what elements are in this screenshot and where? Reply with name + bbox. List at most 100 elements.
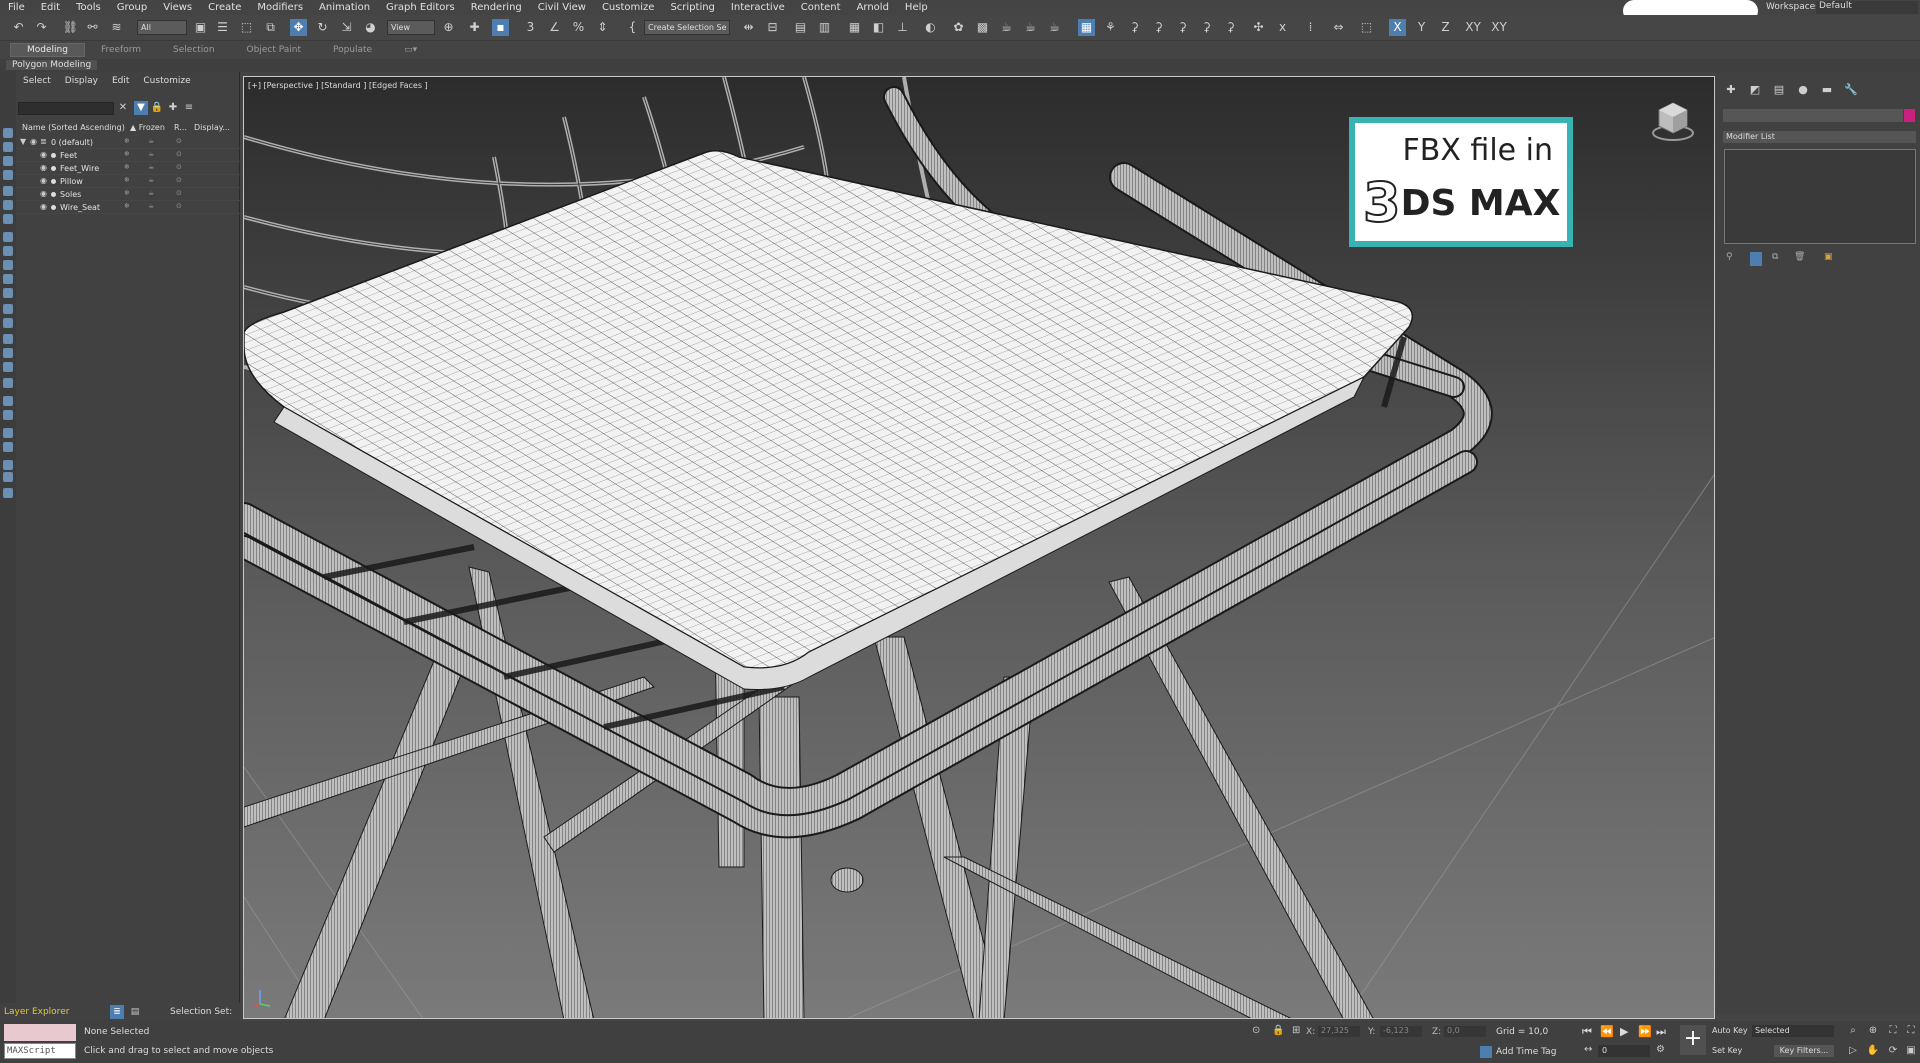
explorer-filter-icon[interactable] — [3, 246, 13, 256]
explorer-filter-icon[interactable] — [3, 410, 13, 420]
zoom-extents-all-icon[interactable]: ⛶ — [1904, 1025, 1918, 1039]
field-of-view-icon[interactable]: ▷ — [1846, 1045, 1860, 1059]
new-layer-icon[interactable]: ✚ — [166, 101, 180, 115]
time-config-icon[interactable]: ⚙ — [1656, 1044, 1665, 1055]
explorer-filter-icon[interactable] — [3, 396, 13, 406]
select-by-name-icon[interactable]: ☰ — [214, 19, 231, 36]
tab-modeling[interactable]: Modeling — [10, 43, 85, 57]
redo-icon[interactable]: ↷ — [33, 19, 50, 36]
z-coordinate-field[interactable]: 0,0 — [1444, 1026, 1486, 1037]
menu-help[interactable]: Help — [897, 2, 936, 13]
keyboard-shortcut-toggle-icon[interactable]: ▪ — [492, 19, 509, 36]
undo-icon[interactable]: ↶ — [10, 19, 27, 36]
pin-stack-icon[interactable]: ⚲ — [1726, 252, 1733, 262]
render-icon[interactable]: ☕ — [148, 163, 154, 171]
explorer-filter-icon[interactable] — [3, 156, 13, 166]
render-icon[interactable]: ☕ — [148, 137, 154, 145]
layer-explorer-icon[interactable]: ▥ — [816, 19, 833, 36]
set-keys-button[interactable]: + — [1680, 1025, 1706, 1055]
next-frame-icon[interactable]: ⏩ — [1638, 1025, 1652, 1038]
tab-populate[interactable]: Populate — [317, 45, 388, 55]
explorer-menu-edit[interactable]: Edit — [105, 76, 136, 86]
tool-icon-7[interactable]: ⇔ — [1330, 19, 1347, 36]
explorer-menu-customize[interactable]: Customize — [136, 76, 197, 86]
modify-tab-icon[interactable]: ◩ — [1748, 83, 1762, 97]
axis-y-button[interactable]: Y — [1413, 19, 1430, 36]
explorer-filter-icon[interactable] — [3, 170, 13, 180]
polygon-modeling-label[interactable]: Polygon Modeling — [6, 60, 98, 70]
hierarchy-tab-icon[interactable]: ▤ — [1772, 83, 1786, 97]
auto-key-button[interactable]: Auto Key — [1712, 1026, 1748, 1035]
display-icon[interactable]: ⊙ — [176, 150, 182, 158]
axis-xy-cycle-button[interactable]: XY — [1488, 19, 1510, 36]
menu-modifiers[interactable]: Modifiers — [249, 2, 311, 13]
layer-explorer-label[interactable]: Layer Explorer — [4, 1007, 69, 1017]
tool-icon-1[interactable]: ⚘ — [1102, 19, 1119, 36]
menu-views[interactable]: Views — [155, 2, 200, 13]
explorer-filter-icon[interactable] — [3, 378, 13, 388]
key-filters-button[interactable]: Key Filters... — [1774, 1045, 1834, 1057]
display-icon[interactable]: ⊙ — [176, 202, 182, 210]
add-time-tag[interactable]: Add Time Tag — [1496, 1047, 1556, 1057]
unlink-icon[interactable]: ⚯ — [84, 19, 101, 36]
named-selection-dropdown[interactable]: Create Selection Se — [644, 20, 730, 35]
tool-icon-5[interactable]: ⚳ — [1198, 19, 1215, 36]
display-icon[interactable]: ⊙ — [176, 189, 182, 197]
tab-selection[interactable]: Selection — [157, 45, 230, 55]
menu-content[interactable]: Content — [793, 2, 849, 13]
modifier-stack[interactable] — [1724, 149, 1916, 244]
frozen-icon[interactable]: ❄ — [124, 202, 130, 210]
clear-search-icon[interactable]: ✕ — [116, 101, 130, 115]
axis-xy-button[interactable]: XY — [1462, 19, 1484, 36]
column-render[interactable]: R... — [174, 123, 187, 132]
render-icon[interactable]: ☕ — [148, 202, 154, 210]
window-crossing-icon[interactable]: ⧉ — [262, 19, 279, 36]
tab-object-paint[interactable]: Object Paint — [231, 45, 317, 55]
tab-freeform[interactable]: Freeform — [85, 45, 157, 55]
frozen-icon[interactable]: ❄ — [124, 189, 130, 197]
move-icon[interactable]: ✥ — [290, 19, 307, 36]
bind-space-warp-icon[interactable]: ≋ — [108, 19, 125, 36]
orbit-icon[interactable]: ⟳ — [1886, 1045, 1900, 1059]
explorer-filter-icon[interactable] — [3, 488, 13, 498]
maximize-viewport-icon[interactable]: ▣ — [1904, 1045, 1918, 1059]
frozen-icon[interactable]: ❄ — [124, 176, 130, 184]
explorer-filter-icon[interactable] — [3, 274, 13, 284]
zoom-icon[interactable]: ⌕ — [1846, 1025, 1860, 1039]
maxscript-listener[interactable] — [4, 1024, 76, 1041]
pan-icon[interactable]: ✋ — [1866, 1045, 1880, 1059]
tool-icon-2[interactable]: ⚳ — [1126, 19, 1143, 36]
layers-icon[interactable]: ≡ — [182, 101, 196, 115]
perspective-viewport[interactable]: [+] [Perspective ] [Standard ] [Edged Fa… — [243, 76, 1715, 1019]
visibility-eye-icon[interactable]: ◉ — [40, 189, 47, 198]
scene-explorer-icon[interactable]: ▤ — [792, 19, 809, 36]
configure-sets-icon[interactable]: ▣ — [1824, 252, 1833, 262]
motion-tab-icon[interactable]: ● — [1796, 83, 1810, 97]
remove-modifier-icon[interactable]: 🗑 — [1794, 252, 1805, 262]
align-icon[interactable]: ⊟ — [764, 19, 781, 36]
object-color-swatch[interactable] — [1904, 109, 1915, 122]
object-row[interactable]: ◉ Wire_Seat ❄ ☕ ⊙ — [16, 201, 240, 214]
display-icon[interactable]: ⊙ — [176, 137, 182, 145]
menu-edit[interactable]: Edit — [33, 2, 68, 13]
render-iterative-icon[interactable]: ☕ — [1022, 19, 1039, 36]
key-selection-dropdown[interactable]: Selected — [1752, 1025, 1834, 1037]
menu-civil-view[interactable]: Civil View — [530, 2, 594, 13]
isolate-icon[interactable]: ⊙ — [1252, 1025, 1260, 1036]
rect-selection-icon[interactable]: ⬚ — [238, 19, 255, 36]
tool-icon-8[interactable]: ⬚ — [1358, 19, 1375, 36]
percent-snap-icon[interactable]: % — [570, 19, 587, 36]
explorer-filter-icon[interactable] — [3, 460, 13, 470]
visibility-eye-icon[interactable]: ◉ — [40, 202, 47, 211]
explorer-filter-icon[interactable] — [3, 214, 13, 224]
angle-snap-icon[interactable]: ∠ — [546, 19, 563, 36]
column-name[interactable]: Name (Sorted Ascending) — [22, 123, 125, 132]
explorer-filter-icon[interactable] — [3, 142, 13, 152]
menu-customize[interactable]: Customize — [594, 2, 663, 13]
previous-frame-icon[interactable]: ⏪ — [1600, 1025, 1614, 1038]
x-coordinate-field[interactable]: 27,325 — [1318, 1026, 1360, 1037]
explorer-filter-icon[interactable] — [3, 348, 13, 358]
ribbon-toggle-icon[interactable]: ▭▾ — [388, 45, 433, 55]
object-row[interactable]: ◉ Pillow ❄ ☕ ⊙ — [16, 175, 240, 188]
go-to-start-icon[interactable]: ⏮ — [1582, 1025, 1592, 1039]
